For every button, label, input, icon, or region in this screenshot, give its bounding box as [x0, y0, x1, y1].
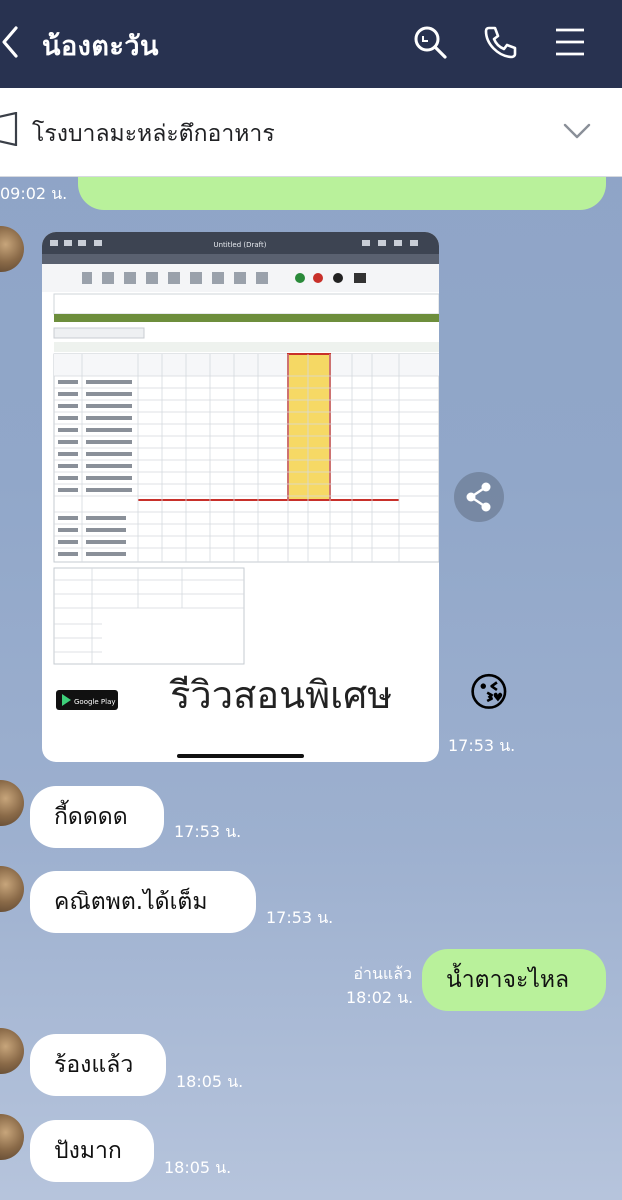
message-time: 17:53 น. [448, 736, 516, 755]
message-bubble-incoming[interactable]: คณิตพต.ได้เต็ม [30, 871, 256, 933]
message-time: 17:53 น. [174, 822, 242, 841]
image-message[interactable]: Untitled (Draft) รีวิวสอนพิเศษ Google Pl… [42, 232, 439, 762]
chat-header: น้องตะวัน [0, 0, 622, 88]
megaphone-icon [0, 112, 18, 146]
read-receipt: อ่านแล้ว [353, 964, 412, 983]
menu-icon[interactable] [550, 22, 590, 62]
avatar[interactable] [0, 866, 24, 912]
message-bubble-outgoing[interactable]: น้ำตาจะไหล [422, 949, 606, 1011]
announcement-text: โรงบาลมะหล่ะตึกอาหาร [32, 121, 275, 147]
avatar[interactable] [0, 1114, 24, 1160]
share-button[interactable] [454, 472, 504, 522]
announcement-bar[interactable]: โรงบาลมะหล่ะตึกอาหาร [0, 88, 622, 177]
message-bubble-incoming[interactable]: ปังมาก [30, 1120, 154, 1182]
search-icon[interactable] [410, 22, 450, 62]
message-text: คณิตพต.ได้เต็ม [54, 889, 208, 915]
phone-icon[interactable] [480, 22, 520, 62]
message-text: ปังมาก [54, 1138, 122, 1164]
share-icon [466, 482, 491, 512]
back-icon[interactable] [0, 22, 34, 62]
message-time: 18:05 น. [164, 1158, 232, 1177]
avatar[interactable] [0, 226, 24, 272]
image-caption: รีวิวสอนพิเศษ [169, 673, 392, 717]
message-time: 18:05 น. [176, 1072, 244, 1091]
chevron-down-icon[interactable] [562, 118, 592, 144]
avatar[interactable] [0, 780, 24, 826]
message-time: 17:53 น. [266, 908, 334, 927]
message-time: 18:02 น. [346, 988, 414, 1007]
message-bubble-incoming[interactable]: ร้องแล้ว [30, 1034, 166, 1096]
message-text: น้ำตาจะไหล [446, 967, 570, 993]
avatar[interactable] [0, 1028, 24, 1074]
message-time: 09:02 น. [0, 184, 68, 203]
spreadsheet-screenshot: Untitled (Draft) รีวิวสอนพิเศษ Google Pl… [42, 232, 439, 758]
message-text: กี้ดดดด [54, 804, 128, 830]
message-bubble-incoming[interactable]: กี้ดดดด [30, 786, 164, 848]
google-play-label: Google Play [74, 698, 116, 706]
chat-title: น้องตะวัน [42, 31, 160, 62]
app-title: Untitled (Draft) [213, 241, 266, 249]
message-text: ร้องแล้ว [54, 1052, 134, 1078]
wink-kiss-emoji: 😘 [468, 670, 510, 716]
